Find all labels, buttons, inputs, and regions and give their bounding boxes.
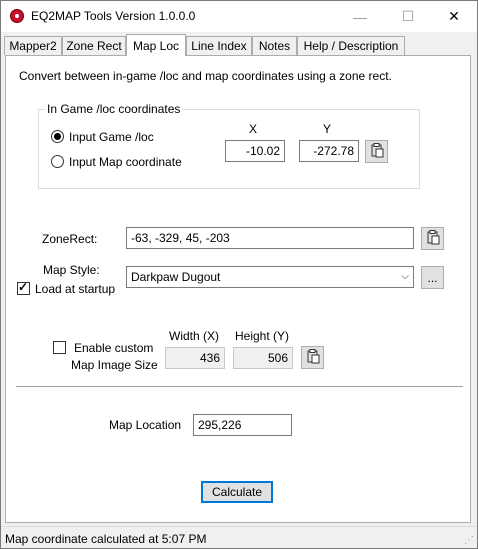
load-at-startup-checkbox[interactable] <box>17 280 30 295</box>
copy-loc-button[interactable] <box>365 140 388 163</box>
map-loc-panel: Convert between in-game /loc and map coo… <box>5 55 471 523</box>
app-logo-icon <box>10 9 24 23</box>
resize-grip-icon[interactable]: ⋰ <box>464 535 474 546</box>
zonerect-input[interactable]: -63, -329, 45, -203 <box>126 227 414 249</box>
zonerect-label: ZoneRect: <box>42 232 98 246</box>
status-text: Map coordinate calculated at 5:07 PM <box>5 532 207 546</box>
height-label: Height (Y) <box>235 329 290 343</box>
radio-map-coordinate[interactable] <box>51 155 64 168</box>
group-label: In Game /loc coordinates <box>45 102 183 116</box>
app-window: EQ2MAP Tools Version 1.0.0.0 — ☐ ✕ Mappe… <box>0 0 478 549</box>
map-style-value: Darkpaw Dugout <box>131 270 221 284</box>
tab-notes[interactable]: Notes <box>252 36 297 55</box>
window-title: EQ2MAP Tools Version 1.0.0.0 <box>31 9 196 23</box>
minimize-button[interactable]: — <box>337 1 383 32</box>
tab-strip: Mapper2 Zone Rect Map Loc Line Index Not… <box>1 34 477 56</box>
radio-game-loc-label[interactable]: Input Game /loc <box>69 130 154 144</box>
x-input[interactable]: -10.02 <box>225 140 285 162</box>
y-input[interactable]: -272.78 <box>299 140 359 162</box>
clipboard-icon <box>426 229 440 248</box>
load-at-startup-label[interactable]: Load at startup <box>35 282 115 296</box>
x-label: X <box>249 122 258 136</box>
copy-zonerect-button[interactable] <box>421 227 444 250</box>
map-style-label: Map Style: <box>43 263 100 277</box>
map-image-size-label[interactable]: Map Image Size <box>71 358 158 372</box>
width-label: Width (X) <box>169 329 220 343</box>
divider <box>16 386 463 387</box>
map-location-output[interactable]: 295,226 <box>193 414 292 436</box>
tab-mapper2[interactable]: Mapper2 <box>4 36 62 55</box>
width-input[interactable]: 436 <box>165 347 225 369</box>
description-text: Convert between in-game /loc and map coo… <box>19 69 392 83</box>
close-button[interactable]: ✕ <box>431 1 477 32</box>
tab-zone-rect[interactable]: Zone Rect <box>62 36 126 55</box>
enable-custom-label[interactable]: Enable custom <box>74 341 153 355</box>
copy-size-button[interactable] <box>301 346 324 369</box>
browse-button[interactable]: ... <box>421 266 444 289</box>
tab-line-index[interactable]: Line Index <box>186 36 252 55</box>
map-style-select[interactable]: Darkpaw Dugout ⌵ <box>126 266 414 288</box>
tab-help-description[interactable]: Help / Description <box>297 36 405 55</box>
radio-map-coordinate-label[interactable]: Input Map coordinate <box>69 155 182 169</box>
tab-map-loc[interactable]: Map Loc <box>126 34 186 56</box>
clipboard-icon <box>370 142 384 161</box>
calculate-button[interactable]: Calculate <box>201 481 273 503</box>
enable-custom-size-checkbox[interactable] <box>53 341 66 354</box>
map-location-label: Map Location <box>109 418 182 432</box>
clipboard-icon <box>306 348 320 367</box>
maximize-button[interactable]: ☐ <box>385 1 431 32</box>
y-label: Y <box>323 122 332 136</box>
height-input[interactable]: 506 <box>233 347 293 369</box>
radio-game-loc[interactable] <box>51 130 64 143</box>
title-bar: EQ2MAP Tools Version 1.0.0.0 — ☐ ✕ <box>1 1 477 32</box>
status-bar: Map coordinate calculated at 5:07 PM ⋰ <box>1 526 477 548</box>
chevron-down-icon: ⌵ <box>401 271 409 282</box>
